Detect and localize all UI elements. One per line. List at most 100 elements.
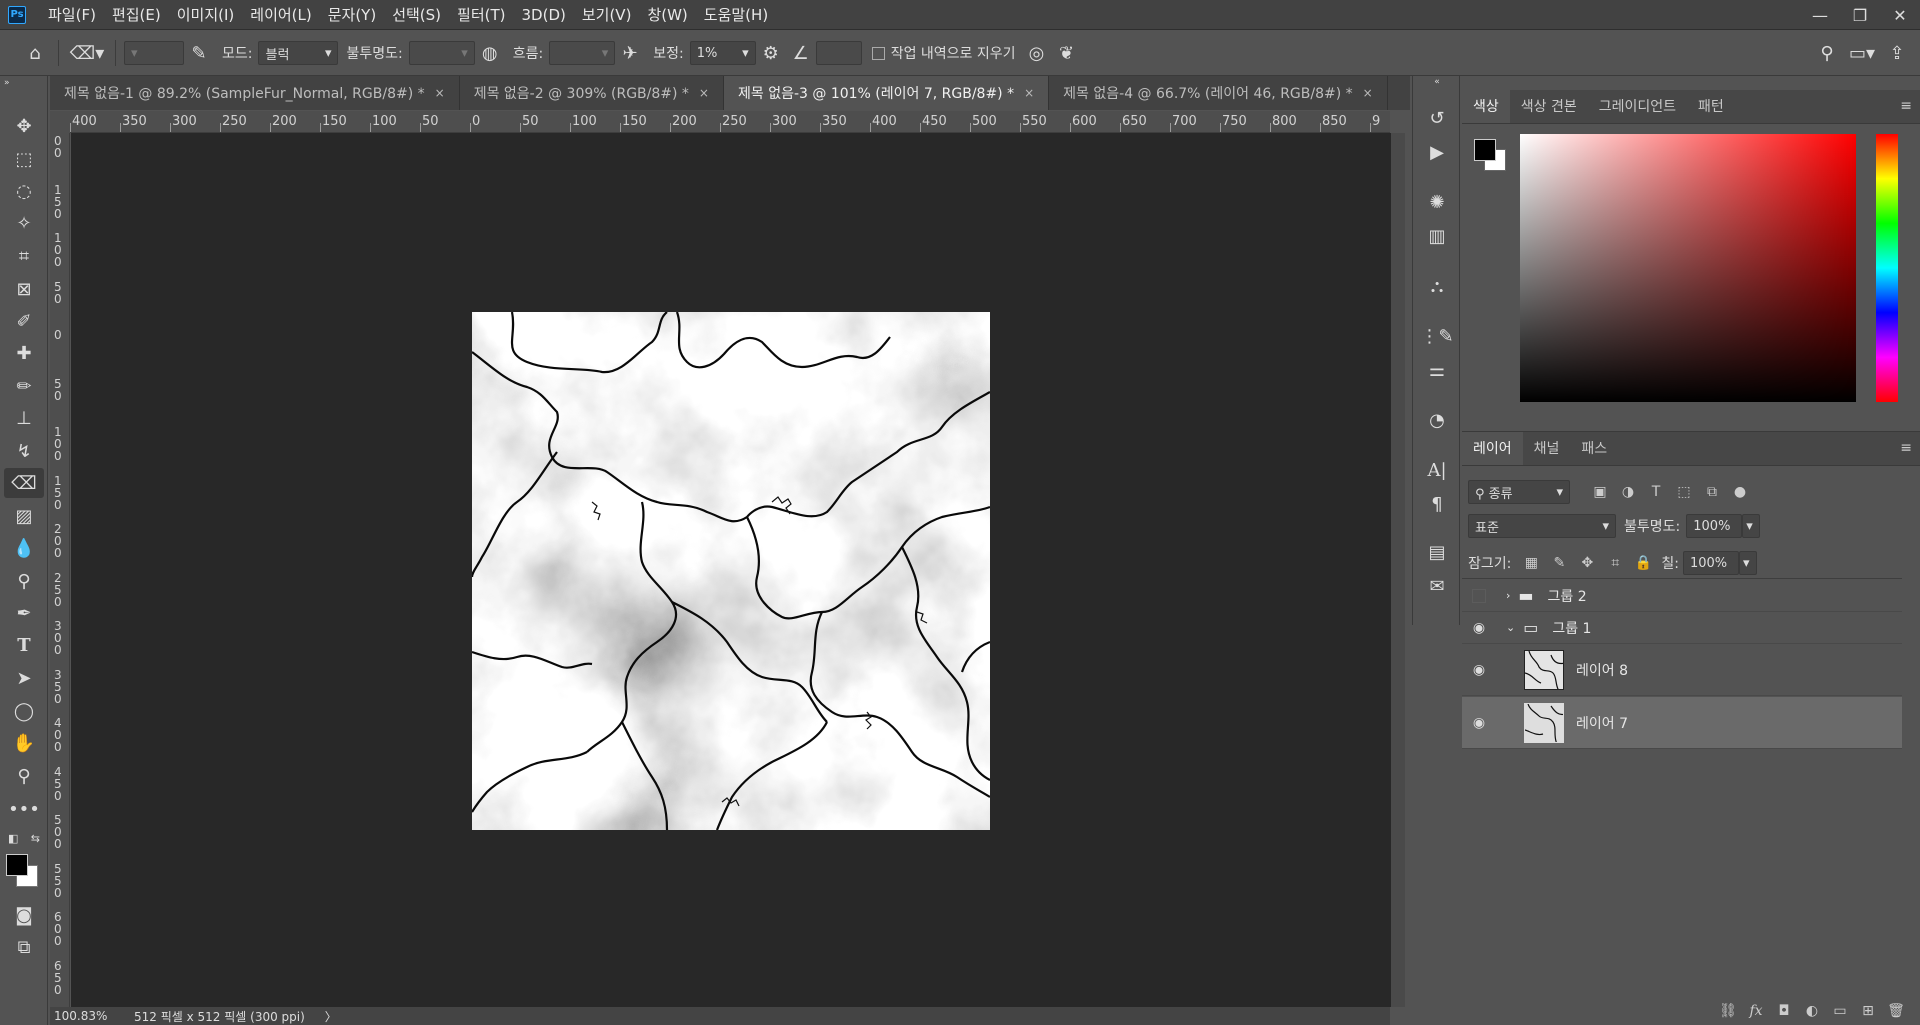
layer-row-layer-7[interactable]: ◉ 레이어 7 [1462,697,1902,749]
new-layer-icon[interactable]: ⊞ [1854,997,1882,1025]
new-group-icon[interactable]: ▭ [1826,997,1854,1025]
tab-layers[interactable]: 레이어 [1462,432,1523,465]
layer-filter-select[interactable]: ⚲ 종류 ▾ [1468,480,1570,504]
status-menu-arrow[interactable]: 〉 [325,1008,337,1025]
character-icon[interactable]: A| [1422,456,1452,484]
history-brush-tool-icon[interactable]: ↯ [4,436,44,466]
layer-fill-input[interactable]: 100% [1682,551,1739,575]
opacity-dropdown-arrow[interactable]: ▾ [1742,514,1761,538]
workspace-icon[interactable]: ▭▾ [1842,38,1882,68]
3d-icon[interactable]: ⛬ [1422,272,1452,300]
ellipse-tool-icon[interactable]: ◯ [4,696,44,726]
adjustments-icon[interactable]: ⚌ [1422,356,1452,384]
screen-mode-icon[interactable]: ⧉ [4,932,44,962]
layer-effects-icon[interactable]: fx [1742,997,1770,1025]
type-tool-icon[interactable]: T [4,630,44,660]
lock-transparent-icon[interactable]: ▦ [1517,549,1545,577]
panel-menu-icon[interactable]: ≡ [1900,440,1912,456]
home-icon[interactable]: ⌂ [20,38,50,68]
color-foreground-swatch[interactable] [1474,139,1496,161]
tab-color[interactable]: 색상 [1462,90,1510,123]
flow-input[interactable]: ▾ [549,41,616,65]
foreground-color-swatch[interactable] [6,854,28,876]
eye-icon[interactable]: ◉ [1462,715,1496,731]
healing-brush-tool-icon[interactable]: ✚ [4,338,44,368]
eraser-preset-icon[interactable]: ⌫▾ [67,38,107,68]
mode-select[interactable]: 블럭 ▾ [258,41,339,65]
menu-window[interactable]: 창(W) [639,0,695,30]
tab-swatches[interactable]: 색상 견본 [1510,90,1588,123]
opacity-input[interactable]: ▾ [408,41,475,65]
collapse-arrows-icon[interactable]: » [4,76,44,90]
history-icon[interactable]: ↺ [1422,104,1452,132]
brush-tool-icon[interactable]: ✏ [4,371,44,401]
menu-select[interactable]: 선택(S) [384,0,449,30]
pressure-opacity-icon[interactable]: ◍ [475,38,505,68]
eyedropper-tool-icon[interactable]: ✐ [4,306,44,336]
notes-icon[interactable]: ✉ [1422,572,1452,600]
smoothing-input[interactable]: 1% ▾ [689,41,756,65]
filter-pixel-icon[interactable]: ▣ [1586,478,1614,506]
erase-history-checkbox[interactable] [871,46,885,60]
document-canvas[interactable] [472,312,990,830]
close-window-button[interactable]: ✕ [1880,0,1920,30]
eraser-tool-icon[interactable]: ⌫ [4,468,44,498]
tab-patterns[interactable]: 패턴 [1687,90,1735,123]
menu-3d[interactable]: 3D(D) [514,0,574,30]
properties-icon[interactable]: ▤ [1422,538,1452,566]
search-icon[interactable]: ⚲ [1812,38,1842,68]
magic-wand-tool-icon[interactable]: ✧ [4,208,44,238]
lock-position-icon[interactable]: ✥ [1573,549,1601,577]
color-saturation-field[interactable] [1520,134,1856,402]
tab-channels[interactable]: 채널 [1523,432,1571,465]
collapse-arrows-icon[interactable]: « [1422,76,1452,88]
hand-tool-icon[interactable]: ✋ [4,728,44,758]
lock-all-icon[interactable]: 🔒 [1629,549,1657,577]
close-tab-icon[interactable]: × [435,86,445,100]
chevron-right-icon[interactable]: › [1506,589,1510,602]
quick-mask-icon[interactable]: ◙ [4,900,44,930]
brush-preset-picker[interactable]: ▾ [124,41,184,65]
tab-untitled-1[interactable]: 제목 없음-1 @ 89.2% (SampleFur_Normal, RGB/8… [50,76,460,110]
filter-smart-object-icon[interactable]: ⧉ [1698,478,1726,506]
canvas-vertical-scrollbar[interactable] [1391,133,1405,1007]
menu-view[interactable]: 보기(V) [574,0,640,30]
chevron-down-icon[interactable]: ⌄ [1506,621,1515,634]
share-icon[interactable]: ⇪ [1882,38,1912,68]
menu-file[interactable]: 파일(F) [40,0,104,30]
restore-button[interactable]: ❐ [1840,0,1880,30]
actions-play-icon[interactable]: ▶ [1422,138,1452,166]
more-tools-icon[interactable]: ••• [4,794,44,824]
add-mask-icon[interactable]: ◘ [1770,997,1798,1025]
layer-row-group-1[interactable]: ◉ ⌄ ▭ 그룹 1 [1462,612,1902,644]
frame-tool-icon[interactable]: ⊠ [4,274,44,304]
visibility-toggle[interactable] [1462,588,1496,603]
airbrush-icon[interactable]: ✈ [615,38,645,68]
filter-type-icon[interactable]: T [1642,478,1670,506]
tab-paths[interactable]: 패스 [1570,432,1618,465]
link-layers-icon[interactable]: ⛓ [1714,997,1742,1025]
menu-filter[interactable]: 필터(T) [449,0,513,30]
lock-artboard-icon[interactable]: ⌗ [1601,549,1629,577]
zoom-level[interactable]: 100.83% [54,1009,124,1023]
smoothing-settings-icon[interactable]: ⚙ [756,38,786,68]
pen-tool-icon[interactable]: ✒ [4,598,44,628]
eye-icon[interactable]: ◉ [1462,662,1496,678]
layer-row-group-2[interactable]: › ▬ 그룹 2 [1462,580,1902,612]
filter-toggle-icon[interactable]: ● [1726,478,1754,506]
close-tab-icon[interactable]: × [1363,86,1373,100]
marquee-tool-icon[interactable]: ⬚ [4,144,44,174]
ruler-origin[interactable] [50,111,70,133]
menu-edit[interactable]: 편집(E) [104,0,169,30]
lasso-tool-icon[interactable]: ◌ [4,176,44,206]
blend-mode-select[interactable]: 표준 ▾ [1468,514,1616,538]
eye-icon[interactable]: ◉ [1462,620,1496,636]
close-tab-icon[interactable]: × [1024,86,1034,100]
clone-stamp-tool-icon[interactable]: ⊥ [4,403,44,433]
close-tab-icon[interactable]: × [699,86,709,100]
path-selection-tool-icon[interactable]: ➤ [4,663,44,693]
blur-tool-icon[interactable]: 💧 [4,533,44,563]
delete-layer-icon[interactable]: 🗑 [1882,997,1910,1025]
move-tool-icon[interactable]: ✥ [4,111,44,141]
layer-opacity-input[interactable]: 100% [1686,514,1743,538]
